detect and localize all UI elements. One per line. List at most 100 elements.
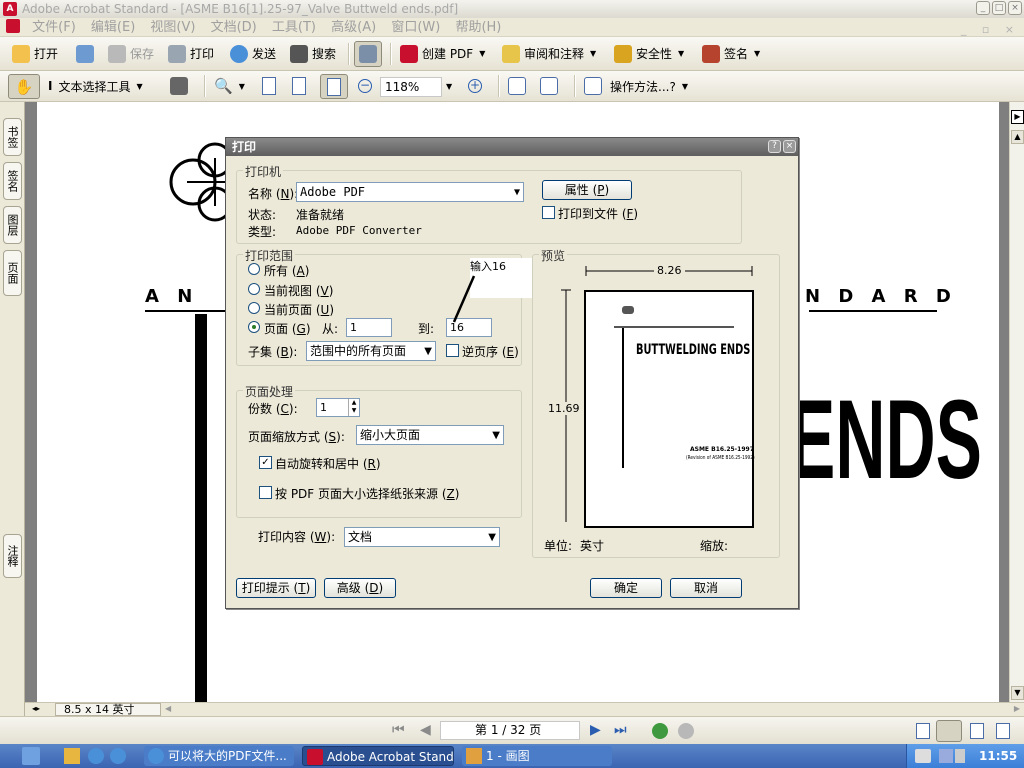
scroll-up-arrow-icon[interactable]: ▲ <box>1011 130 1024 144</box>
continuous-facing-layout-icon[interactable] <box>996 723 1010 739</box>
help-icon[interactable]: ? <box>768 140 781 153</box>
print-content-select[interactable]: 文档 ▼ <box>344 527 500 547</box>
range-current-page-radio[interactable] <box>248 302 260 314</box>
search-button[interactable]: 搜索 <box>290 37 336 70</box>
scaling-select[interactable]: 缩小大页面 ▼ <box>356 425 504 445</box>
rotate-right-button[interactable] <box>540 71 562 101</box>
taskbar-item-acrobat[interactable]: Adobe Acrobat Stand... <box>302 746 454 766</box>
subset-select[interactable]: 范围中的所有页面 ▼ <box>306 341 436 361</box>
facing-layout-icon[interactable] <box>970 723 984 739</box>
network-icon[interactable] <box>939 749 953 763</box>
next-page-icon[interactable]: ▶ <box>590 722 601 738</box>
single-page-layout-icon[interactable] <box>916 723 930 739</box>
quicklaunch-explorer-icon[interactable] <box>64 748 80 764</box>
first-page-icon[interactable]: ⏮ <box>392 722 405 738</box>
zoom-in-button[interactable]: + <box>468 71 482 101</box>
open-button[interactable]: 打开 <box>12 37 58 70</box>
maximize-button[interactable]: □ <box>992 1 1006 15</box>
properties-button[interactable]: 属性 (P) <box>542 180 632 200</box>
review-comment-button[interactable]: 审阅和注释 ▼ <box>502 37 596 70</box>
zoom-out-button[interactable]: − <box>358 71 372 101</box>
scroll-left-arrow-icon[interactable]: ◀ <box>165 704 171 713</box>
security-button[interactable]: 安全性 ▼ <box>614 37 684 70</box>
tab-signatures[interactable]: 签名 <box>3 162 22 200</box>
text-select-tool[interactable]: I 文本选择工具 ▼ <box>48 71 143 101</box>
zoom-tool[interactable]: 🔍 ▼ <box>214 71 245 101</box>
menu-file[interactable]: 文件(F) <box>32 18 76 37</box>
chevron-down-icon[interactable]: ▼ <box>479 49 485 58</box>
auto-rotate-checkbox[interactable]: ✓ <box>259 456 272 469</box>
scroll-right-marker-icon[interactable]: ▶ <box>1011 110 1024 124</box>
advanced-button[interactable]: 高级 (D) <box>324 578 396 598</box>
create-pdf-button[interactable]: 创建 PDF ▼ <box>400 37 485 70</box>
send-button[interactable]: 发送 <box>230 37 276 70</box>
range-from-input[interactable]: 1 <box>346 318 392 337</box>
chevron-down-icon[interactable]: ▼ <box>239 82 245 91</box>
auto-rotate-label: 自动旋转和居中 (R) <box>275 457 381 471</box>
split-handle-icon[interactable]: ◂▸ <box>29 704 43 715</box>
menu-document[interactable]: 文档(D) <box>211 18 257 37</box>
menu-view[interactable]: 视图(V) <box>150 18 195 37</box>
snapshot-tool[interactable] <box>170 71 192 101</box>
go-forward-icon[interactable] <box>678 723 694 739</box>
cancel-button[interactable]: 取消 <box>670 578 742 598</box>
chevron-down-icon[interactable]: ▼ <box>590 49 596 58</box>
hand-tool-button[interactable]: ✋ <box>8 74 40 99</box>
ok-button[interactable]: 确定 <box>590 578 662 598</box>
chevron-down-icon[interactable]: ▼ <box>682 82 688 91</box>
quicklaunch-browser-icon[interactable] <box>110 748 126 764</box>
chevron-down-icon[interactable]: ▼ <box>754 49 760 58</box>
menu-advanced[interactable]: 高级(A) <box>331 18 376 37</box>
tab-comments[interactable]: 注释 <box>3 534 22 578</box>
menu-tools[interactable]: 工具(T) <box>272 18 316 37</box>
fit-width-button[interactable] <box>320 74 348 99</box>
horizontal-scrollbar[interactable]: ◂▸ 8.5 x 14 英寸 ◀ ▶ <box>25 702 1024 716</box>
minimize-button[interactable]: _ <box>976 1 990 15</box>
taskbar-item-paint[interactable]: 1 - 画图 <box>462 746 612 766</box>
reverse-pages-checkbox[interactable] <box>446 344 459 357</box>
sign-button[interactable]: 签名 ▼ <box>702 37 760 70</box>
print-to-file-checkbox[interactable] <box>542 206 555 219</box>
tab-pages[interactable]: 页面 <box>3 250 22 296</box>
go-back-icon[interactable] <box>652 723 668 739</box>
keyboard-icon[interactable] <box>915 749 931 763</box>
zoom-dropdown[interactable]: ▼ <box>446 71 452 101</box>
scroll-right-arrow-icon[interactable]: ▶ <box>1014 704 1020 713</box>
vertical-scrollbar[interactable]: ▶ ▲ ▼ <box>1009 102 1024 702</box>
organizer-button[interactable] <box>76 37 98 70</box>
menu-window[interactable]: 窗口(W) <box>391 18 440 37</box>
how-to-button[interactable]: 操作方法...? ▼ <box>584 71 688 101</box>
page-number-field[interactable]: 第 1 / 32 页 <box>440 721 580 740</box>
close-icon[interactable]: × <box>783 140 796 153</box>
actual-size-button[interactable] <box>262 71 276 101</box>
range-pages-radio[interactable] <box>248 321 260 333</box>
menu-edit[interactable]: 编辑(E) <box>91 18 135 37</box>
zoom-level-field[interactable]: 118% <box>380 77 442 97</box>
print-tips-button[interactable]: 打印提示 (T) <box>236 578 316 598</box>
previous-page-icon[interactable]: ◀ <box>420 722 431 738</box>
tab-layers[interactable]: 图层 <box>3 206 22 244</box>
choose-paper-checkbox[interactable] <box>259 486 272 499</box>
rotate-left-button[interactable] <box>508 71 530 101</box>
taskbar-item-webpage[interactable]: 可以将大的PDF文件... <box>144 746 294 766</box>
chevron-down-icon[interactable]: ▼ <box>678 49 684 58</box>
copies-spinner[interactable]: ▲ ▼ <box>348 399 359 416</box>
tab-bookmarks[interactable]: 书签 <box>3 118 22 156</box>
print-preview-toggle[interactable] <box>354 41 382 67</box>
last-page-icon[interactable]: ⏭ <box>614 722 627 738</box>
continuous-layout-icon[interactable] <box>936 720 962 742</box>
range-all-radio[interactable] <box>248 263 260 275</box>
printer-name-select[interactable]: Adobe PDF ▼ <box>296 182 524 202</box>
scroll-down-arrow-icon[interactable]: ▼ <box>1011 686 1024 700</box>
volume-icon[interactable] <box>955 749 965 763</box>
print-button[interactable]: 打印 <box>168 37 214 70</box>
close-button[interactable]: × <box>1008 1 1022 15</box>
menu-help[interactable]: 帮助(H) <box>455 18 501 37</box>
fit-page-button[interactable] <box>292 71 306 101</box>
range-current-view-radio[interactable] <box>248 283 260 295</box>
quicklaunch-ie-icon[interactable] <box>88 748 104 764</box>
chevron-down-icon[interactable]: ▼ <box>136 82 142 91</box>
start-windows-icon[interactable] <box>22 747 40 765</box>
document-icon[interactable] <box>6 19 20 33</box>
save-button[interactable]: 保存 <box>108 37 154 70</box>
